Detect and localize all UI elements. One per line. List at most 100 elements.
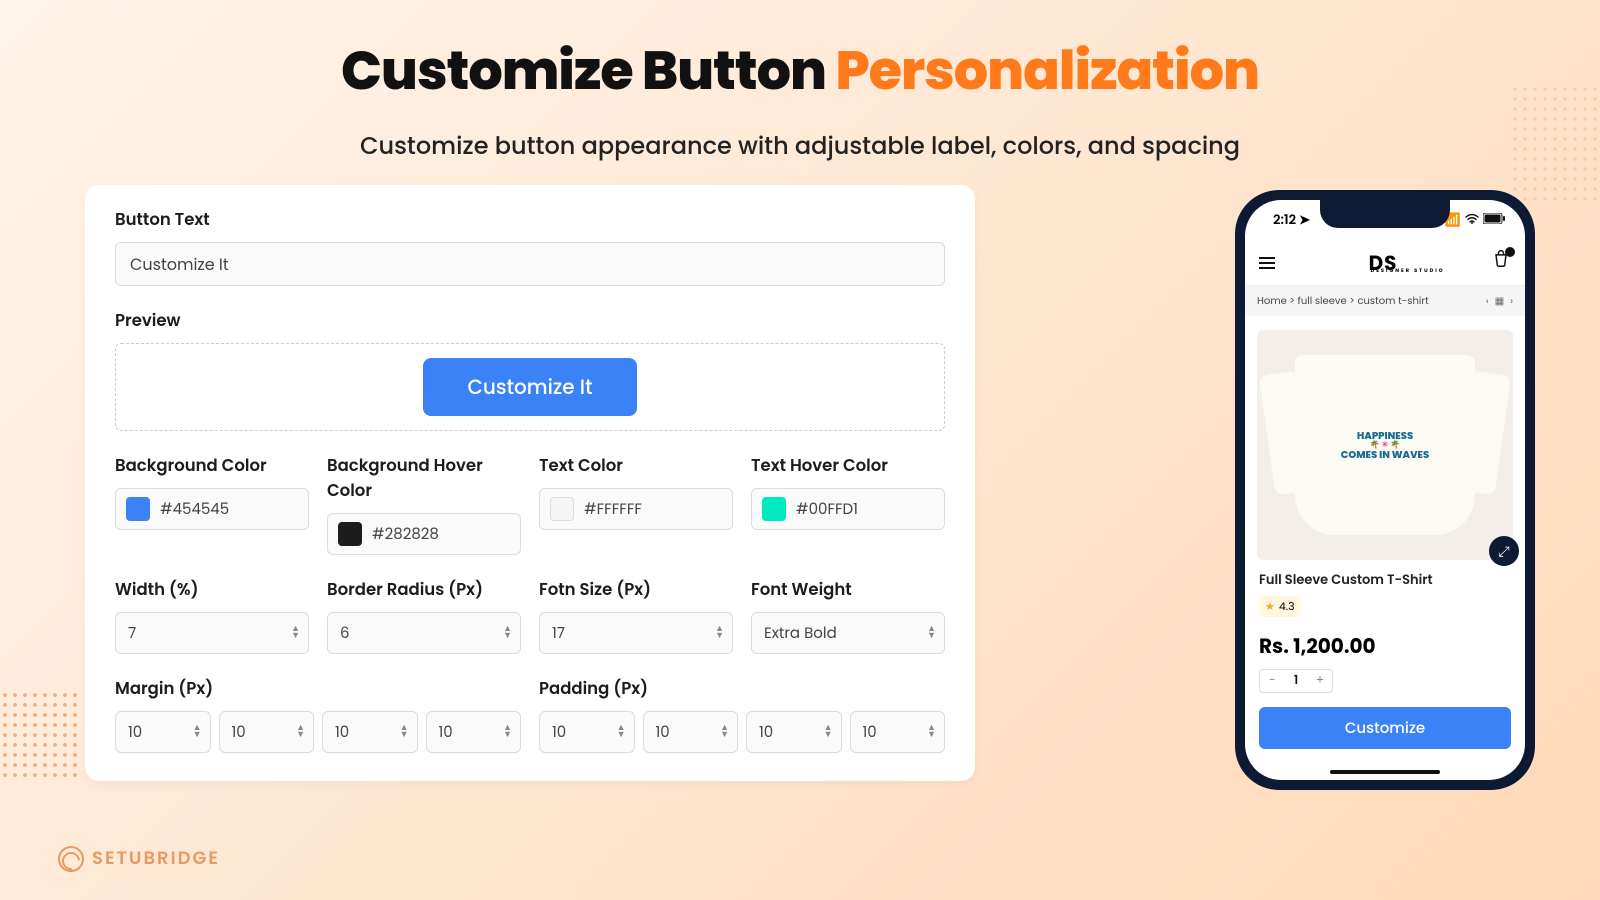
breadcrumb-text[interactable]: Home > full sleeve > custom t-shirt — [1257, 293, 1429, 309]
margin-left-value: 10 — [439, 721, 453, 744]
store-logo[interactable]: DS DESIGNER STUDIO — [1369, 248, 1398, 278]
stepper-icon[interactable]: ▲▼ — [503, 626, 512, 640]
padding-top-input[interactable]: 10 ▲▼ — [539, 711, 635, 753]
padding-label: Padding (Px) — [539, 676, 945, 701]
status-time: 2:12 — [1273, 210, 1296, 229]
width-label: Width (%) — [115, 577, 309, 602]
font-weight-label: Font Weight — [751, 577, 945, 602]
bg-hover-color-label: Background Hover Color — [327, 453, 521, 503]
margin-bottom-input[interactable]: 10 ▲▼ — [322, 711, 418, 753]
chevron-left-icon[interactable]: ‹ — [1486, 293, 1489, 309]
brand-icon — [58, 846, 84, 872]
font-weight-input[interactable]: Extra Bold ▲▼ — [751, 612, 945, 654]
phone-mockup: 2:12 ➤ 📶 DS DESIGNER STUDIO Home > full … — [1235, 190, 1535, 790]
stepper-icon[interactable]: ▲▼ — [715, 626, 724, 640]
star-icon: ★ — [1265, 598, 1275, 615]
rating-badge: ★ 4.3 — [1259, 596, 1301, 617]
bg-color-swatch — [126, 497, 150, 521]
font-size-label: Fotn Size (Px) — [539, 577, 733, 602]
stepper-icon[interactable]: ▲▼ — [503, 725, 512, 739]
stepper-icon[interactable]: ▲▼ — [400, 725, 409, 739]
text-color-input[interactable]: #FFFFFF — [539, 488, 733, 530]
qty-value: 1 — [1284, 670, 1308, 692]
page-title: Customize Button Personalization — [0, 30, 1600, 111]
store-tagline: DESIGNER STUDIO — [1371, 267, 1445, 275]
margin-right-value: 10 — [232, 721, 246, 744]
page-header: Customize Button Personalization Customi… — [0, 0, 1600, 164]
page-subtitle: Customize button appearance with adjusta… — [0, 129, 1600, 164]
margin-bottom-value: 10 — [335, 721, 349, 744]
text-color-label: Text Color — [539, 453, 733, 478]
text-hover-color-label: Text Hover Color — [751, 453, 945, 478]
store-header: DS DESIGNER STUDIO — [1245, 240, 1525, 286]
bg-color-input[interactable]: #454545 — [115, 488, 309, 530]
bg-hover-color-value: #282828 — [372, 523, 439, 546]
stepper-icon[interactable]: ▲▼ — [193, 725, 202, 739]
stepper-icon[interactable]: ▲▼ — [291, 626, 300, 640]
decorative-dots — [0, 690, 80, 780]
product-title: Full Sleeve Custom T-Shirt — [1259, 570, 1511, 590]
button-text-input[interactable] — [115, 242, 945, 286]
home-indicator — [1330, 770, 1440, 774]
text-hover-color-input[interactable]: #00FFD1 — [751, 488, 945, 530]
rating-value: 4.3 — [1279, 598, 1295, 615]
stepper-icon[interactable]: ▲▼ — [617, 725, 626, 739]
width-input[interactable]: 7 ▲▼ — [115, 612, 309, 654]
margin-label: Margin (Px) — [115, 676, 521, 701]
preview-box: Customize It — [115, 343, 945, 431]
decorative-dots — [1510, 84, 1600, 204]
bg-hover-color-swatch — [338, 522, 362, 546]
border-radius-label: Border Radius (Px) — [327, 577, 521, 602]
tshirt-graphic: HAPPINESS 🌴 ☀ 🌴 COMES IN WAVES — [1295, 355, 1475, 535]
chevron-right-icon[interactable]: › — [1510, 293, 1513, 309]
menu-icon[interactable] — [1259, 257, 1275, 269]
border-radius-input[interactable]: 6 ▲▼ — [327, 612, 521, 654]
border-radius-value: 6 — [340, 622, 350, 645]
wifi-icon — [1465, 210, 1479, 230]
padding-right-input[interactable]: 10 ▲▼ — [643, 711, 739, 753]
cart-badge — [1505, 247, 1515, 257]
stepper-icon[interactable]: ▲▼ — [824, 725, 833, 739]
bg-color-value: #454545 — [160, 498, 229, 521]
graphic-text-2: COMES IN WAVES — [1341, 449, 1430, 460]
padding-right-value: 10 — [656, 721, 670, 744]
text-hover-color-swatch — [762, 497, 786, 521]
product-image[interactable]: HAPPINESS 🌴 ☀ 🌴 COMES IN WAVES ⤢ — [1257, 330, 1513, 560]
padding-bottom-input[interactable]: 10 ▲▼ — [746, 711, 842, 753]
bg-color-label: Background Color — [115, 453, 309, 478]
preview-label: Preview — [115, 308, 945, 333]
margin-top-value: 10 — [128, 721, 142, 744]
stepper-icon[interactable]: ▲▼ — [927, 626, 936, 640]
text-color-swatch — [550, 497, 574, 521]
breadcrumb: Home > full sleeve > custom t-shirt ‹ ▦ … — [1245, 286, 1525, 316]
bg-hover-color-input[interactable]: #282828 — [327, 513, 521, 555]
title-accent: Personalization — [835, 32, 1259, 108]
quantity-stepper[interactable]: − 1 + — [1259, 669, 1333, 693]
cart-icon[interactable] — [1491, 249, 1511, 277]
minus-icon[interactable]: − — [1260, 670, 1284, 692]
brand-footer: SETUBRIDGE — [58, 845, 220, 872]
margin-top-input[interactable]: 10 ▲▼ — [115, 711, 211, 753]
stepper-icon[interactable]: ▲▼ — [927, 725, 936, 739]
form-card: Button Text Preview Customize It Backgro… — [85, 185, 975, 781]
grid-icon[interactable]: ▦ — [1495, 293, 1504, 309]
stepper-icon[interactable]: ▲▼ — [296, 725, 305, 739]
plus-icon[interactable]: + — [1308, 670, 1332, 692]
padding-top-value: 10 — [552, 721, 566, 744]
padding-bottom-value: 10 — [759, 721, 773, 744]
stepper-icon[interactable]: ▲▼ — [720, 725, 729, 739]
margin-left-input[interactable]: 10 ▲▼ — [426, 711, 522, 753]
expand-icon[interactable]: ⤢ — [1489, 536, 1519, 566]
padding-left-input[interactable]: 10 ▲▼ — [850, 711, 946, 753]
customize-button[interactable]: Customize — [1259, 707, 1511, 749]
text-hover-color-value: #00FFD1 — [796, 498, 858, 521]
margin-right-input[interactable]: 10 ▲▼ — [219, 711, 315, 753]
padding-left-value: 10 — [863, 721, 877, 744]
font-weight-value: Extra Bold — [764, 622, 837, 645]
preview-button[interactable]: Customize It — [423, 358, 636, 416]
button-text-label: Button Text — [115, 207, 945, 232]
width-value: 7 — [128, 622, 136, 645]
font-size-value: 17 — [552, 622, 565, 645]
title-part-1: Customize Button — [341, 32, 835, 108]
font-size-input[interactable]: 17 ▲▼ — [539, 612, 733, 654]
